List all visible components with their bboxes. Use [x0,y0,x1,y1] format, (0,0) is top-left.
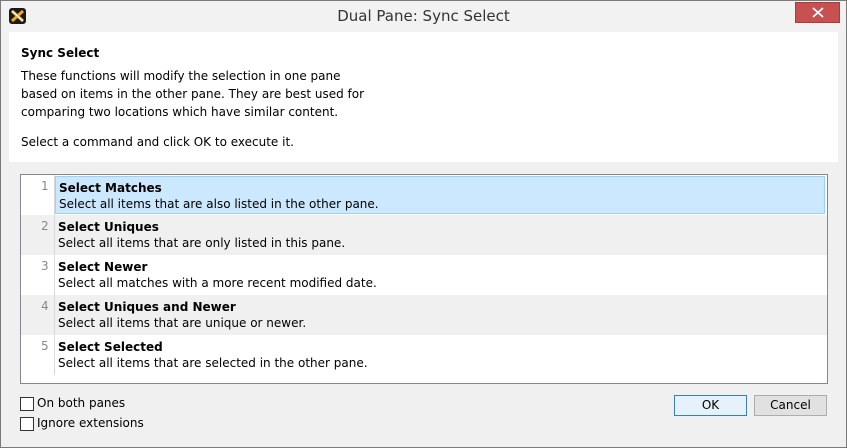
checkbox-box[interactable] [20,397,34,411]
window-title: Dual Pane: Sync Select [337,7,510,25]
checkbox-label: Ignore extensions [37,416,144,430]
row-body[interactable]: Select Selected Select all items that ar… [55,335,825,375]
dialog-window: Dual Pane: Sync Select Sync Select These… [0,0,847,448]
list-item[interactable]: 4 Select Uniques and Newer Select all it… [21,295,827,335]
command-list[interactable]: 1 Select Matches Select all items that a… [20,174,828,384]
info-panel: Sync Select These functions will modify … [9,32,838,162]
row-body[interactable]: Select Uniques Select all items that are… [55,215,825,255]
row-body[interactable]: Select Matches Select all items that are… [55,176,825,214]
row-number: 2 [41,219,49,233]
section-description: These functions will modify the selectio… [21,69,365,119]
close-button[interactable] [795,2,840,23]
row-number: 4 [41,299,49,313]
instruction-text: Select a command and click OK to execute… [21,135,294,149]
row-body[interactable]: Select Newer Select all matches with a m… [55,255,825,295]
command-description: Select all matches with a more recent mo… [58,276,377,290]
list-item[interactable]: 2 Select Uniques Select all items that a… [21,215,827,255]
row-number: 1 [41,179,49,193]
title-bar[interactable]: Dual Pane: Sync Select [1,1,846,32]
command-title: Select Matches [59,181,162,195]
both-panes-checkbox[interactable]: On both panes [20,396,220,412]
command-title: Select Newer [58,260,148,274]
checkbox-box[interactable] [20,417,34,431]
command-description: Select all items that are also listed in… [59,197,379,211]
close-icon [812,7,824,18]
list-item[interactable]: 5 Select Selected Select all items that … [21,335,827,375]
ok-button[interactable]: OK [674,395,747,416]
row-body[interactable]: Select Uniques and Newer Select all item… [55,295,825,335]
command-description: Select all items that are selected in th… [58,356,368,370]
dialog-content: Sync Select These functions will modify … [9,32,838,441]
command-description: Select all items that are unique or newe… [58,316,307,330]
command-title: Select Selected [58,340,163,354]
command-title: Select Uniques and Newer [58,300,236,314]
ignore-extensions-checkbox[interactable]: Ignore extensions [20,416,220,432]
command-description: Select all items that are only listed in… [58,236,346,250]
list-item[interactable]: 3 Select Newer Select all matches with a… [21,255,827,295]
cancel-button[interactable]: Cancel [754,395,827,416]
section-heading: Sync Select [21,46,100,60]
list-item[interactable]: 1 Select Matches Select all items that a… [21,175,827,215]
row-number: 3 [41,259,49,273]
checkbox-label: On both panes [37,396,126,410]
command-title: Select Uniques [58,220,159,234]
row-number: 5 [41,339,49,353]
